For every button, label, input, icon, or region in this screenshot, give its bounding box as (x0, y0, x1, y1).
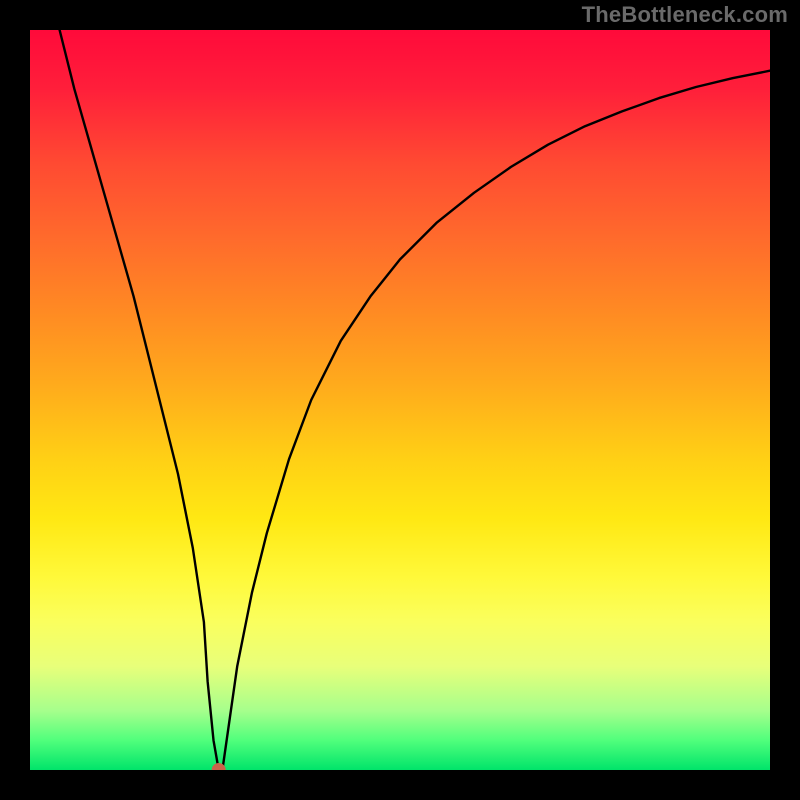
curve-svg (30, 30, 770, 770)
watermark-text: TheBottleneck.com (582, 2, 788, 28)
chart-frame: TheBottleneck.com (0, 0, 800, 800)
bottleneck-curve (60, 30, 770, 770)
plot-area (30, 30, 770, 770)
